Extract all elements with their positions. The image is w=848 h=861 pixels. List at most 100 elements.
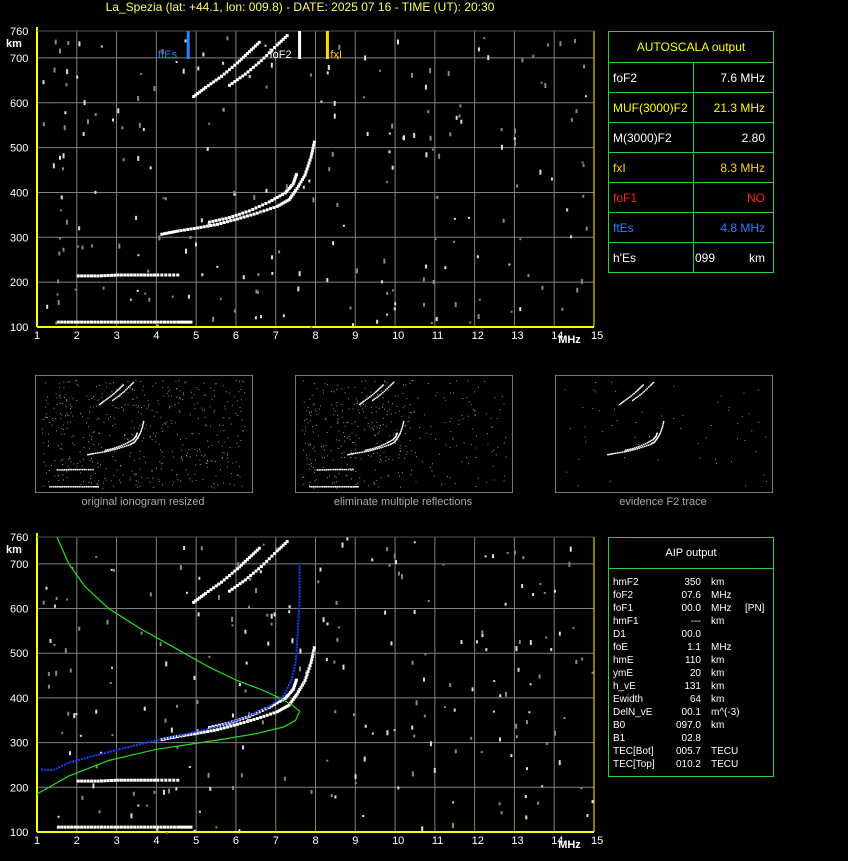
thumb-echo xyxy=(354,486,356,488)
noise-speck xyxy=(216,265,219,268)
x-tick-label: 4 xyxy=(153,330,159,342)
thumb-echo xyxy=(71,486,73,488)
echo-point xyxy=(241,580,245,584)
thumb-noise xyxy=(399,445,401,447)
thumb-noise xyxy=(147,400,149,402)
thumb-noise xyxy=(396,429,398,431)
echo-point xyxy=(247,209,251,213)
noise-speck xyxy=(543,591,546,594)
thumb-noise xyxy=(310,414,312,416)
thumb-noise xyxy=(101,393,103,395)
echo-point xyxy=(56,320,60,324)
aip-cell: MHz xyxy=(711,603,732,614)
thumb-echo xyxy=(94,452,97,455)
thumb-noise xyxy=(635,421,637,423)
aip-panel: AIP output hmF2 350 km foF2 07.6 MHz foF1 00.0 M… xyxy=(608,537,774,777)
echo-point xyxy=(231,215,235,218)
thumb-noise xyxy=(343,451,345,453)
thumb-noise xyxy=(485,482,487,484)
echo-point xyxy=(235,78,239,82)
thumb-noise xyxy=(494,397,496,399)
echo-point xyxy=(168,778,172,782)
thumb-noise xyxy=(217,441,219,443)
noise-speck xyxy=(248,712,251,715)
thumb-noise xyxy=(151,469,153,471)
thumb-noise xyxy=(364,429,366,431)
thumb-noise xyxy=(228,417,230,419)
thumb-noise xyxy=(52,417,54,419)
thumb-noise xyxy=(308,412,310,414)
noise-speck xyxy=(460,640,463,645)
thumb-echo xyxy=(366,449,368,451)
noise-speck xyxy=(201,273,204,277)
noise-speck xyxy=(231,624,234,627)
noise-speck xyxy=(149,166,152,170)
thumb-noise xyxy=(398,410,400,412)
noise-speck xyxy=(459,104,462,108)
thumb-noise xyxy=(322,389,324,391)
x-tick-label: 15 xyxy=(591,835,603,847)
thumb-noise xyxy=(577,485,579,487)
thumb-noise xyxy=(304,433,306,435)
thumb-noise xyxy=(355,484,357,486)
noise-speck xyxy=(422,277,425,282)
echo-point xyxy=(196,226,200,230)
noise-speck xyxy=(248,75,251,79)
noise-speck xyxy=(354,774,357,780)
thumb-noise xyxy=(477,386,479,388)
noise-specks xyxy=(42,537,594,834)
thumb-echo xyxy=(646,442,649,444)
thumb-noise xyxy=(204,416,206,418)
thumb-echo xyxy=(322,469,324,471)
echo-point xyxy=(76,274,80,278)
thumb-echo xyxy=(122,391,124,394)
thumb-noise xyxy=(135,480,137,482)
noise-speck xyxy=(58,48,61,54)
thumb-echo xyxy=(127,444,130,446)
thumb-echo xyxy=(660,430,662,433)
thumb-echo xyxy=(656,432,658,435)
noise-speck xyxy=(333,100,336,106)
aip-cell: MHz xyxy=(711,590,732,601)
autoscala-panel: AUTOSCALA output foF2 7.6 MHz MUF(3000)F2 2… xyxy=(608,31,774,273)
thumb-noise xyxy=(121,383,123,385)
thumb-noise xyxy=(182,444,184,446)
noise-speck xyxy=(572,626,575,629)
thumb-echo xyxy=(80,468,82,471)
thumb-noise xyxy=(355,434,357,436)
noise-speck xyxy=(415,700,418,706)
thumb-echo xyxy=(122,446,124,448)
thumb-noise xyxy=(241,486,243,488)
noise-speck xyxy=(515,184,518,188)
thumb-noise xyxy=(487,444,489,446)
x-tick-label: 1 xyxy=(34,330,40,342)
y-tick-label: 700 xyxy=(10,53,28,65)
thumbnail-caption: evidence F2 trace xyxy=(619,496,707,508)
thumb-noise xyxy=(213,411,215,413)
thumb-noise xyxy=(149,481,151,483)
noise-speck xyxy=(130,813,133,819)
thumb-noise xyxy=(361,392,363,394)
thumb-echo xyxy=(385,389,387,391)
echo-point xyxy=(270,554,274,558)
thumb-noise xyxy=(323,445,325,447)
thumb-noise xyxy=(409,427,411,429)
noise-speck xyxy=(182,68,185,74)
thumb-echo xyxy=(643,445,646,448)
noise-speck xyxy=(434,237,437,240)
thumb-noise xyxy=(321,446,323,448)
thumb-noise xyxy=(314,450,316,452)
thumb-echo xyxy=(345,486,348,488)
thumb-echo xyxy=(114,397,117,400)
thumb-echo xyxy=(98,451,100,454)
thumb-noise xyxy=(59,397,61,399)
x-tick-label: 13 xyxy=(511,835,523,847)
noise-speck xyxy=(69,751,72,756)
x-unit-label: MHz xyxy=(558,334,581,346)
noise-speck xyxy=(570,235,573,239)
thumb-echo xyxy=(97,486,99,488)
echo-point xyxy=(166,825,170,829)
echo-point xyxy=(143,273,147,277)
thumb-noise xyxy=(384,380,386,382)
noise-speck xyxy=(319,567,322,572)
